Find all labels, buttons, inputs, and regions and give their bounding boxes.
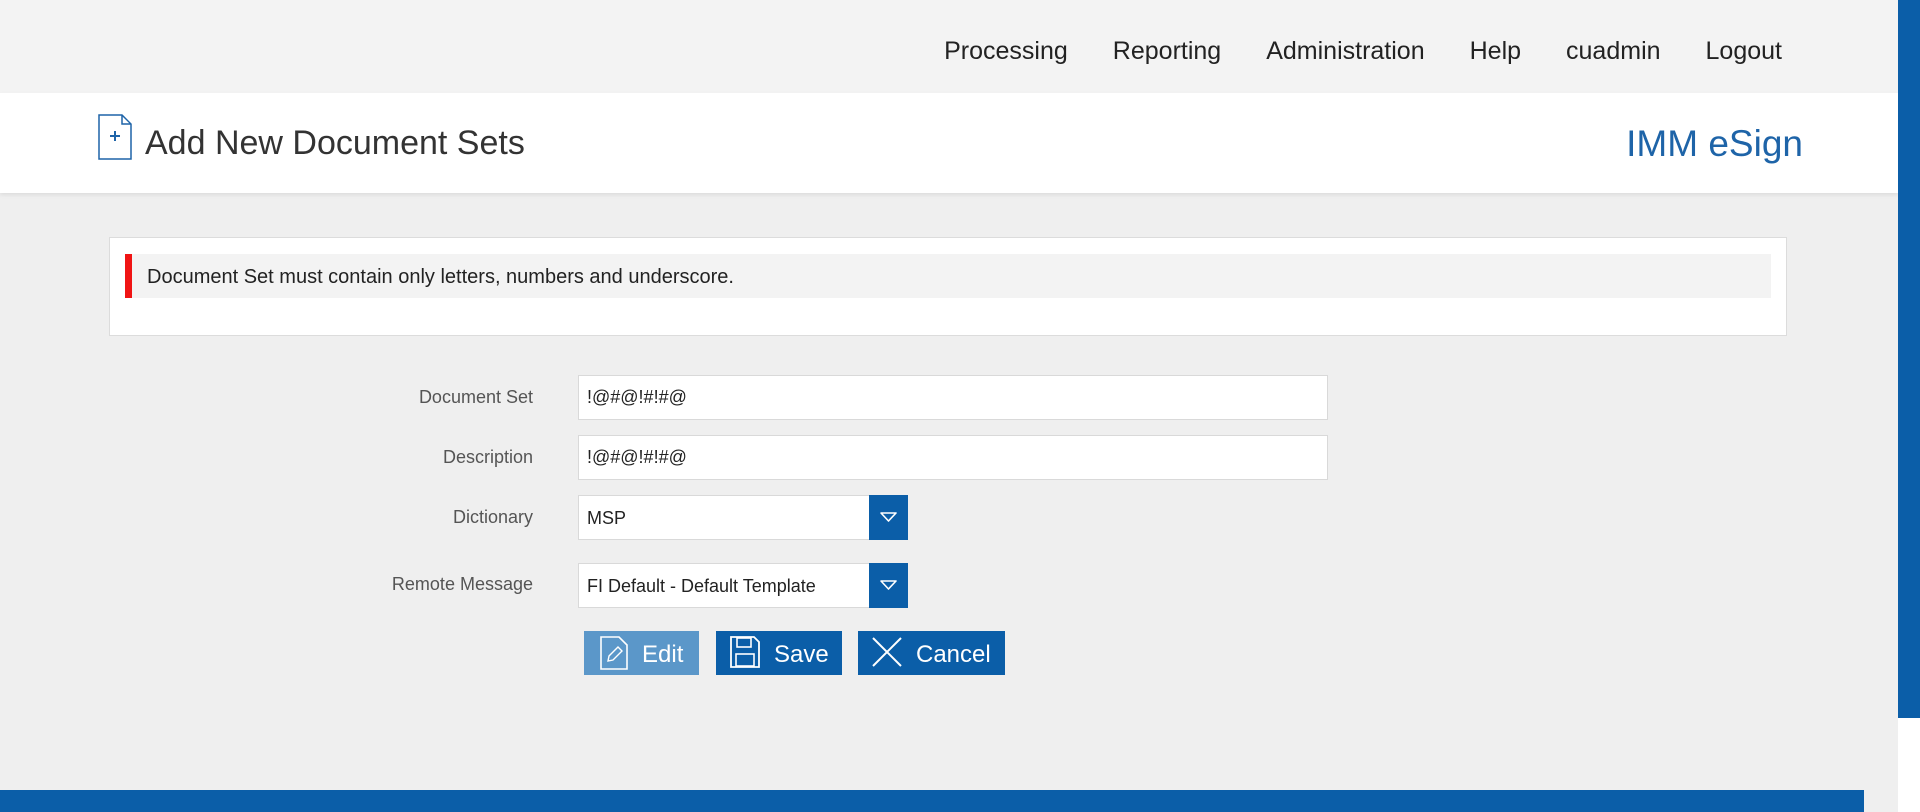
page-title: Add New Document Sets <box>145 124 525 162</box>
remote-message-label: Remote Message <box>391 574 533 594</box>
brand-logo-text: IMM eSign <box>1626 123 1803 164</box>
dictionary-selected-value: MSP <box>587 508 627 528</box>
nav-administration[interactable]: Administration <box>1266 32 1424 70</box>
add-document-icon <box>98 114 132 160</box>
nav-user[interactable]: cuadmin <box>1566 32 1661 70</box>
pencil-document-icon <box>600 636 628 670</box>
remote-message-select[interactable]: FI Default - Default Template <box>578 563 908 608</box>
nav-reporting[interactable]: Reporting <box>1113 32 1221 70</box>
dictionary-dropdown-button[interactable] <box>869 495 908 540</box>
floppy-disk-icon <box>730 636 760 668</box>
footer-bar <box>0 790 1864 812</box>
nav-help[interactable]: Help <box>1470 32 1521 70</box>
validation-panel: Document Set must contain only letters, … <box>109 237 1787 336</box>
close-icon <box>872 637 902 667</box>
remote-message-selected-value: FI Default - Default Template <box>587 576 816 596</box>
document-set-label: Document Set <box>418 387 533 407</box>
scrollbar-thumb[interactable] <box>1898 0 1920 718</box>
cancel-button-label: Cancel <box>916 641 991 668</box>
error-message-text: Document Set must contain only letters, … <box>147 266 734 288</box>
main-nav: Processing Reporting Administration Help… <box>899 32 1782 70</box>
save-button[interactable]: Save <box>716 631 842 675</box>
save-button-label: Save <box>774 641 829 668</box>
chevron-down-icon <box>880 580 897 590</box>
description-input[interactable] <box>578 435 1328 480</box>
error-message: Document Set must contain only letters, … <box>125 254 1771 298</box>
document-set-input[interactable] <box>578 375 1328 420</box>
dictionary-select[interactable]: MSP <box>578 495 908 540</box>
remote-message-dropdown-button[interactable] <box>869 563 908 608</box>
nav-processing[interactable]: Processing <box>944 32 1068 70</box>
edit-button-label: Edit <box>642 641 684 668</box>
cancel-button[interactable]: Cancel <box>858 631 1005 675</box>
chevron-down-icon <box>880 512 897 522</box>
top-navigation: Processing Reporting Administration Help… <box>0 0 1898 93</box>
page-header: Add New Document Sets IMM eSign <box>0 93 1898 193</box>
edit-button[interactable]: Edit <box>584 631 699 675</box>
nav-logout[interactable]: Logout <box>1706 32 1782 70</box>
page: Processing Reporting Administration Help… <box>0 0 1920 812</box>
dictionary-label: Dictionary <box>452 507 533 527</box>
description-label: Description <box>442 447 533 467</box>
